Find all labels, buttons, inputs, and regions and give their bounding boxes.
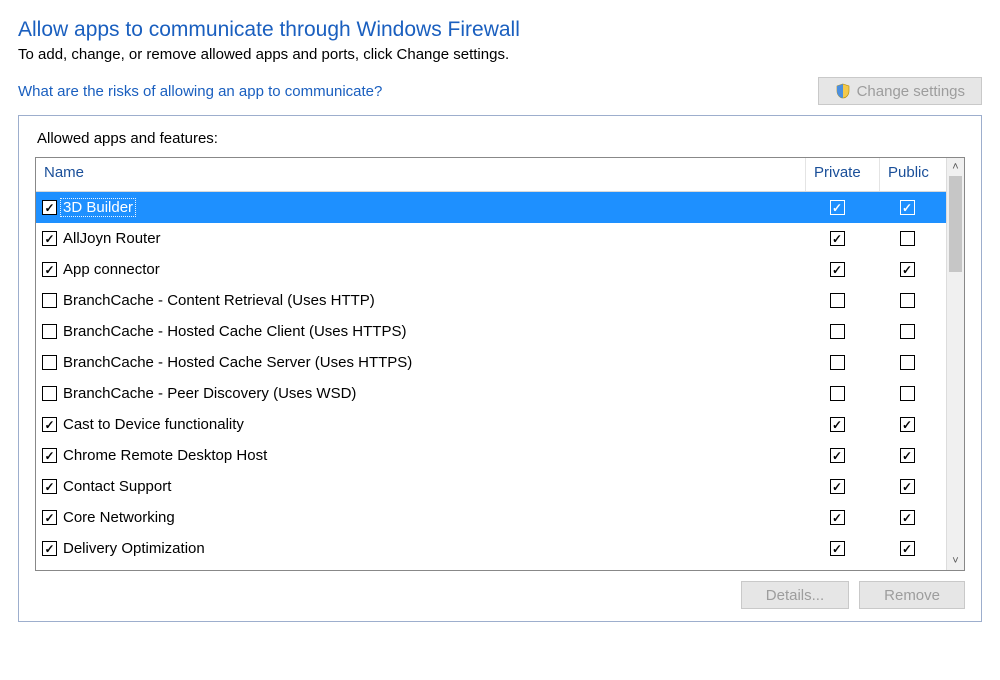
checkbox[interactable]: ✓ [830,200,845,215]
checkbox[interactable] [900,293,915,308]
scrollbar[interactable]: ˄ ˅ [946,158,964,570]
scroll-track[interactable] [947,176,964,552]
checkbox[interactable]: ✓ [42,541,57,556]
checkbox[interactable]: ✓ [830,479,845,494]
allowed-apps-panel: Allowed apps and features: Name Private … [18,115,982,622]
column-header-private[interactable]: Private [806,158,880,191]
risks-link[interactable]: What are the risks of allowing an app to… [18,83,382,100]
app-row[interactable]: ✓ Delivery Optimization ✓ ✓ [36,533,946,564]
column-header-name[interactable]: Name [36,158,806,191]
app-name: BranchCache - Hosted Cache Server (Uses … [61,354,414,371]
checkbox[interactable]: ✓ [900,541,915,556]
checkbox[interactable] [830,386,845,401]
app-row[interactable]: BranchCache - Peer Discovery (Uses WSD) [36,378,946,409]
checkbox[interactable]: ✓ [830,262,845,277]
checkbox[interactable] [42,293,57,308]
app-row[interactable]: ✓ 3D Builder ✓ ✓ [36,192,946,223]
checkbox[interactable] [900,386,915,401]
checkbox[interactable] [830,355,845,370]
checkbox[interactable]: ✓ [900,200,915,215]
app-row[interactable]: ✓ Chrome Remote Desktop Host ✓ ✓ [36,440,946,471]
page-title: Allow apps to communicate through Window… [18,18,982,42]
checkbox[interactable] [900,231,915,246]
app-row[interactable]: ✓ Core Networking ✓ ✓ [36,502,946,533]
checkbox[interactable]: ✓ [42,448,57,463]
checkbox[interactable]: ✓ [900,479,915,494]
app-name: Chrome Remote Desktop Host [61,447,269,464]
checkbox[interactable]: ✓ [830,510,845,525]
checkbox[interactable]: ✓ [42,510,57,525]
checkbox[interactable] [42,324,57,339]
checkbox[interactable]: ✓ [830,417,845,432]
app-name: Delivery Optimization [61,540,207,557]
app-row[interactable]: BranchCache - Hosted Cache Server (Uses … [36,347,946,378]
checkbox[interactable]: ✓ [830,541,845,556]
checkbox[interactable]: ✓ [42,200,57,215]
details-button[interactable]: Details... [741,581,849,609]
app-row[interactable]: ✓ AllJoyn Router ✓ [36,223,946,254]
panel-title: Allowed apps and features: [37,130,965,147]
page-subtitle: To add, change, or remove allowed apps a… [18,46,982,63]
app-name: AllJoyn Router [61,230,163,247]
change-settings-label: Change settings [857,83,965,100]
apps-table: Name Private Public ✓ 3D Builder ✓ ✓ ✓ AllJoy… [35,157,965,571]
app-name: Core Networking [61,509,177,526]
app-name: BranchCache - Peer Discovery (Uses WSD) [61,385,358,402]
app-name: BranchCache - Hosted Cache Client (Uses … [61,323,408,340]
checkbox[interactable] [900,355,915,370]
scroll-down-button[interactable]: ˅ [947,552,964,570]
app-row[interactable]: ✓ Contact Support ✓ ✓ [36,471,946,502]
checkbox[interactable]: ✓ [900,417,915,432]
checkbox[interactable] [830,293,845,308]
checkbox[interactable] [900,324,915,339]
checkbox[interactable]: ✓ [900,448,915,463]
app-name: Cast to Device functionality [61,416,246,433]
checkbox[interactable]: ✓ [830,448,845,463]
app-name: Contact Support [61,478,173,495]
app-row[interactable]: ✓ Cast to Device functionality ✓ ✓ [36,409,946,440]
checkbox[interactable]: ✓ [42,479,57,494]
checkbox[interactable]: ✓ [900,262,915,277]
checkbox[interactable] [830,324,845,339]
app-name: BranchCache - Content Retrieval (Uses HT… [61,292,377,309]
checkbox[interactable]: ✓ [42,417,57,432]
scroll-thumb[interactable] [949,176,962,272]
column-header-public[interactable]: Public [880,158,946,191]
shield-icon [835,83,851,99]
table-header: Name Private Public [36,158,946,192]
change-settings-button[interactable]: Change settings [818,77,982,105]
checkbox[interactable]: ✓ [830,231,845,246]
checkbox[interactable] [42,355,57,370]
remove-button[interactable]: Remove [859,581,965,609]
checkbox[interactable]: ✓ [42,231,57,246]
app-row[interactable]: BranchCache - Hosted Cache Client (Uses … [36,316,946,347]
scroll-up-button[interactable]: ˄ [947,158,964,176]
checkbox[interactable] [42,386,57,401]
app-name: App connector [61,261,162,278]
app-row[interactable]: ✓ App connector ✓ ✓ [36,254,946,285]
app-name: 3D Builder [61,199,135,216]
app-row[interactable]: BranchCache - Content Retrieval (Uses HT… [36,285,946,316]
checkbox[interactable]: ✓ [900,510,915,525]
checkbox[interactable]: ✓ [42,262,57,277]
